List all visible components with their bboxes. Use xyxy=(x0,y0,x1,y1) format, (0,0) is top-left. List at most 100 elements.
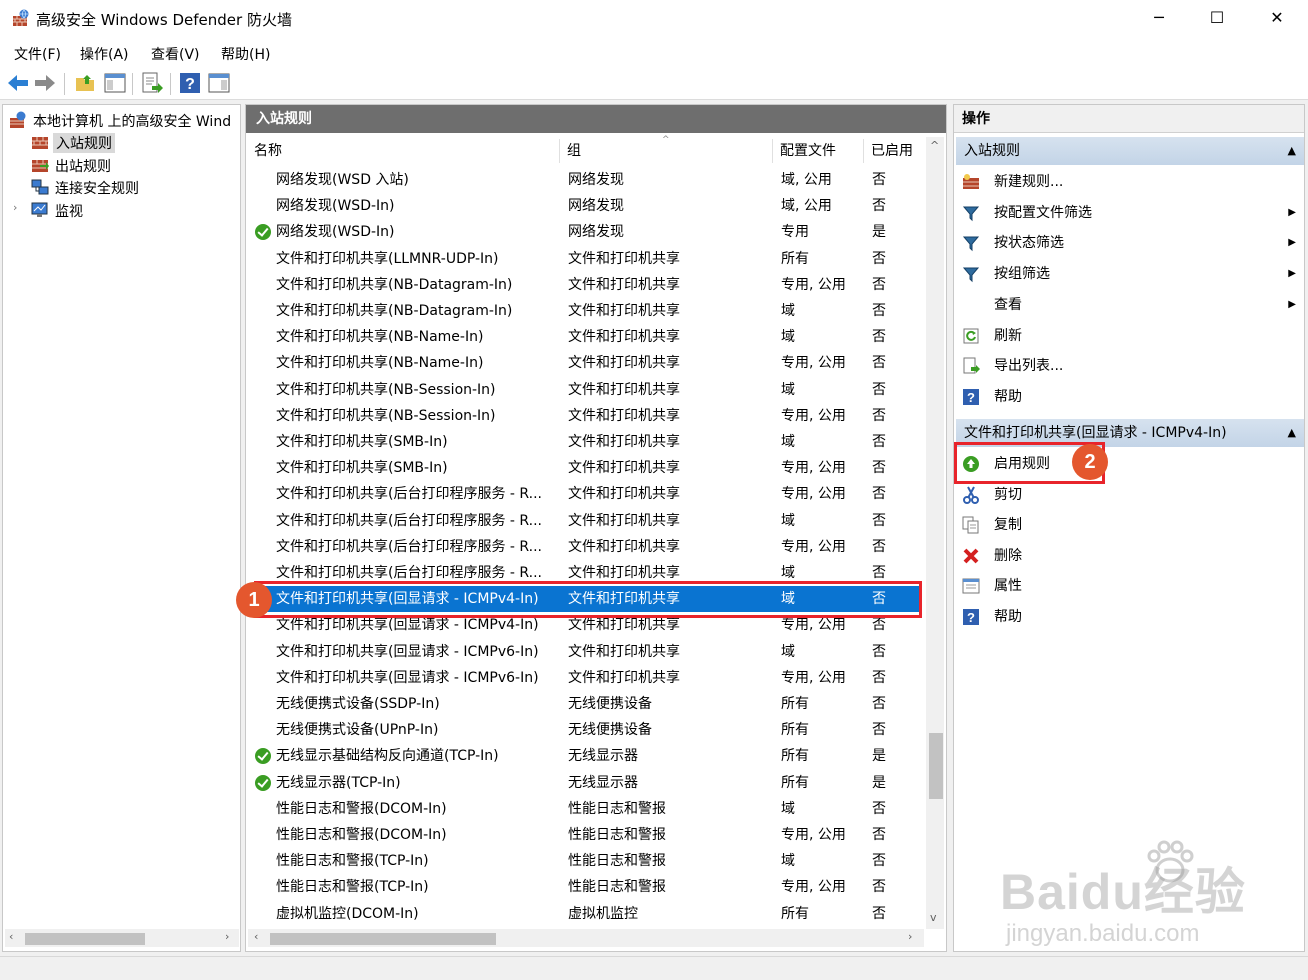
table-row[interactable]: 无线显示器(TCP-In) 无线显示器 所有 是 xyxy=(250,770,922,796)
table-row[interactable]: 文件和打印机共享(LLMNR-UDP-In) 文件和打印机共享 所有 否 xyxy=(250,246,922,272)
menu-view[interactable]: 查看(V) xyxy=(151,44,200,64)
column-profile-header[interactable]: 配置文件 xyxy=(780,137,836,165)
forward-arrow-icon[interactable] xyxy=(33,71,57,95)
scroll-down-icon[interactable]: v xyxy=(930,911,937,924)
table-row[interactable]: 性能日志和警报(TCP-In) 性能日志和警报 专用, 公用 否 xyxy=(250,874,922,900)
cell-enabled: 否 xyxy=(872,853,886,870)
table-row[interactable]: 文件和打印机共享(回显请求 - ICMPv6-In) 文件和打印机共享 专用, 公用… xyxy=(250,665,922,691)
export-icon xyxy=(963,357,980,374)
cell-enabled: 否 xyxy=(872,696,886,712)
menu-help[interactable]: 帮助(H) xyxy=(221,44,270,64)
show-hide-tree-icon[interactable] xyxy=(103,71,127,95)
cell-group: 网络发现 xyxy=(568,224,624,241)
cell-enabled: 否 xyxy=(872,722,886,739)
table-row[interactable]: 虚拟机监控(DCOM-In) 虚拟机监控 所有 否 xyxy=(250,901,922,927)
help-icon: ? xyxy=(963,388,979,405)
action-label: 属性 xyxy=(994,578,1022,594)
table-row[interactable]: 无线便携式设备(UPnP-In) 无线便携设备 所有 否 xyxy=(250,717,922,743)
table-row[interactable]: 网络发现(WSD-In) 网络发现 域, 公用 否 xyxy=(250,193,922,219)
cell-enabled: 否 xyxy=(872,172,886,188)
scroll-right-icon[interactable]: › xyxy=(225,930,229,943)
table-row[interactable]: 无线显示基础结构反向通道(TCP-In) 无线显示器 所有 是 xyxy=(250,743,922,769)
table-row[interactable]: 性能日志和警报(DCOM-In) 性能日志和警报 域 否 xyxy=(250,796,922,822)
table-row[interactable]: 无线便携式设备(SSDP-In) 无线便携设备 所有 否 xyxy=(250,691,922,717)
action-inbound-3[interactable]: 按组筛选 ▶ xyxy=(956,260,1304,288)
cell-enabled: 是 xyxy=(872,224,886,241)
cell-profile: 所有 xyxy=(781,905,809,922)
rules-horizontal-scrollbar[interactable]: ‹ › xyxy=(248,929,924,947)
cell-name: 虚拟机监控(DCOM-In) xyxy=(276,905,419,922)
table-row[interactable]: 文件和打印机共享(后台打印程序服务 - R... 文件和打印机共享 专用, 公用 否 xyxy=(250,534,922,560)
tree-root[interactable]: 本地计算机 上的高级安全 Wind xyxy=(9,109,240,131)
cell-enabled: 否 xyxy=(872,381,886,398)
scrollbar-thumb[interactable] xyxy=(929,733,943,799)
table-row[interactable]: 性能日志和警报(TCP-In) 性能日志和警报 域 否 xyxy=(250,848,922,874)
table-row[interactable]: 文件和打印机共享(回显请求 - ICMPv6-In) 文件和打印机共享 域 否 xyxy=(250,639,922,665)
scroll-right-icon[interactable]: › xyxy=(908,930,912,943)
action-rule-4[interactable]: 属性 xyxy=(956,572,1304,600)
table-row[interactable]: 文件和打印机共享(后台打印程序服务 - R... 文件和打印机共享 域 否 xyxy=(250,508,922,534)
action-inbound-0[interactable]: 新建规则... xyxy=(956,168,1304,196)
scroll-left-icon[interactable]: ‹ xyxy=(254,930,258,943)
table-row[interactable]: 文件和打印机共享(NB-Datagram-In) 文件和打印机共享 专用, 公用 否 xyxy=(250,272,922,298)
column-name-header[interactable]: 名称 xyxy=(254,137,282,165)
cell-group: 性能日志和警报 xyxy=(568,827,666,843)
tree-item-monitoring[interactable]: › 监视 xyxy=(13,199,233,221)
table-row[interactable]: 文件和打印机共享(NB-Name-In) 文件和打印机共享 专用, 公用 否 xyxy=(250,350,922,376)
cell-name: 文件和打印机共享(NB-Datagram-In) xyxy=(276,276,513,293)
scroll-left-icon[interactable]: ‹ xyxy=(9,930,13,943)
table-row[interactable]: 网络发现(WSD 入站) 网络发现 域, 公用 否 xyxy=(250,167,922,193)
show-action-pane-icon[interactable] xyxy=(207,71,231,95)
column-divider xyxy=(772,139,773,163)
menu-action[interactable]: 操作(A) xyxy=(80,44,129,64)
expand-chevron-icon[interactable]: › xyxy=(13,201,17,214)
action-rule-1[interactable]: 剪切 xyxy=(956,481,1304,509)
cell-enabled: 否 xyxy=(872,460,886,477)
actions-section-inbound[interactable]: 入站规则 ▲ xyxy=(956,137,1304,165)
action-rule-3[interactable]: 删除 xyxy=(956,542,1304,570)
table-row[interactable]: 性能日志和警报(DCOM-In) 性能日志和警报 专用, 公用 否 xyxy=(250,822,922,848)
monitoring-icon xyxy=(31,202,48,217)
minimize-button[interactable]: ─ xyxy=(1130,0,1188,38)
action-inbound-7[interactable]: ? 帮助 xyxy=(956,383,1304,411)
rules-vertical-scrollbar[interactable]: ^ v xyxy=(926,137,944,929)
tree-item-inbound[interactable]: 入站规则 xyxy=(31,131,231,153)
up-folder-icon[interactable] xyxy=(73,71,97,95)
table-row[interactable]: 文件和打印机共享(NB-Datagram-In) 文件和打印机共享 域 否 xyxy=(250,298,922,324)
scrollbar-thumb[interactable] xyxy=(25,933,145,945)
cell-name: 无线便携式设备(UPnP-In) xyxy=(276,722,439,739)
back-arrow-icon[interactable] xyxy=(6,71,30,95)
action-inbound-5[interactable]: 刷新 xyxy=(956,322,1304,350)
scrollbar-thumb[interactable] xyxy=(270,933,496,945)
action-rule-2[interactable]: 复制 xyxy=(956,511,1304,539)
collapse-icon[interactable]: ▲ xyxy=(1288,419,1296,447)
table-row[interactable]: 文件和打印机共享(SMB-In) 文件和打印机共享 专用, 公用 否 xyxy=(250,455,922,481)
table-row[interactable]: 文件和打印机共享(SMB-In) 文件和打印机共享 域 否 xyxy=(250,429,922,455)
action-inbound-4[interactable]: 查看 ▶ xyxy=(956,291,1304,319)
action-inbound-1[interactable]: 按配置文件筛选 ▶ xyxy=(956,199,1304,227)
action-inbound-6[interactable]: 导出列表... xyxy=(956,352,1304,380)
cell-enabled: 否 xyxy=(872,538,886,555)
cell-name: 文件和打印机共享(后台打印程序服务 - R... xyxy=(276,538,542,555)
cell-group: 文件和打印机共享 xyxy=(568,355,680,372)
action-rule-5[interactable]: ? 帮助 xyxy=(956,603,1304,631)
column-enabled-header[interactable]: 已启用 xyxy=(871,137,913,165)
collapse-icon[interactable]: ▲ xyxy=(1288,137,1296,165)
tree-item-outbound[interactable]: 出站规则 xyxy=(31,154,231,176)
column-group-header[interactable]: 组 xyxy=(567,137,581,165)
help-icon[interactable]: ? xyxy=(178,71,202,95)
table-row[interactable]: 网络发现(WSD-In) 网络发现 专用 是 xyxy=(250,219,922,245)
close-button[interactable]: ✕ xyxy=(1248,0,1306,38)
cell-group: 文件和打印机共享 xyxy=(568,329,680,346)
tree-horizontal-scrollbar[interactable]: ‹ › xyxy=(5,929,239,947)
menu-file[interactable]: 文件(F) xyxy=(14,44,61,64)
table-row[interactable]: 文件和打印机共享(NB-Session-In) 文件和打印机共享 域 否 xyxy=(250,377,922,403)
action-inbound-2[interactable]: 按状态筛选 ▶ xyxy=(956,229,1304,257)
maximize-button[interactable]: ☐ xyxy=(1188,0,1246,38)
table-row[interactable]: 文件和打印机共享(NB-Name-In) 文件和打印机共享 域 否 xyxy=(250,324,922,350)
table-row[interactable]: 文件和打印机共享(后台打印程序服务 - R... 文件和打印机共享 专用, 公用 否 xyxy=(250,481,922,507)
export-list-icon[interactable] xyxy=(140,71,164,95)
tree-item-connection-security[interactable]: 连接安全规则 xyxy=(31,176,231,198)
table-row[interactable]: 文件和打印机共享(NB-Session-In) 文件和打印机共享 专用, 公用 否 xyxy=(250,403,922,429)
scroll-up-icon[interactable]: ^ xyxy=(930,139,939,152)
